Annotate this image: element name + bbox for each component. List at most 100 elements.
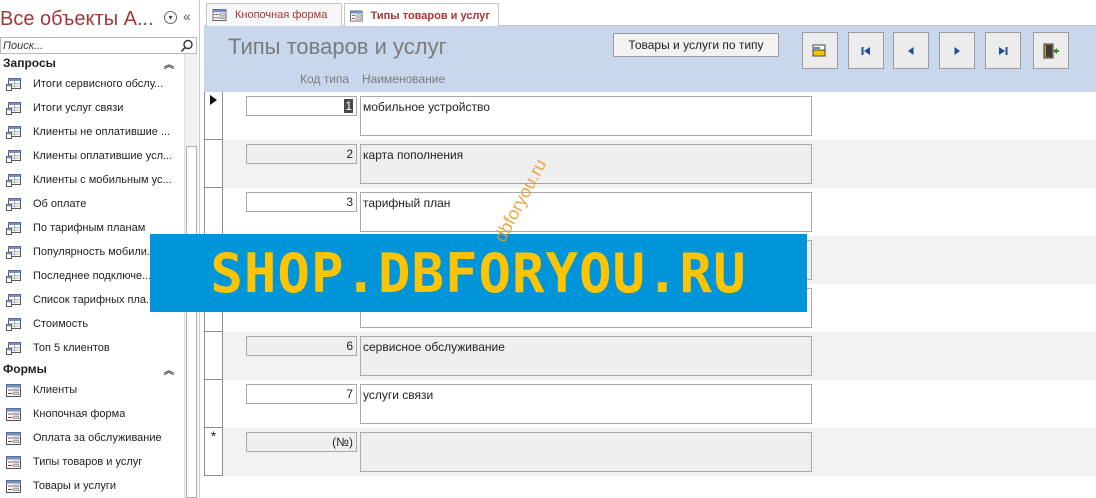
type-name-field[interactable]: услуги связи bbox=[360, 384, 812, 424]
form-record-row: 3 тарифный план bbox=[204, 188, 1096, 236]
form-record-row: 7 услуги связи bbox=[204, 380, 1096, 428]
new-record-row: * (№) bbox=[204, 428, 1096, 476]
type-name-field[interactable]: тарифный план bbox=[360, 192, 812, 232]
nav-item[interactable]: Клиенты bbox=[0, 378, 184, 402]
code-value: 6 bbox=[346, 339, 353, 353]
collapse-pane-icon[interactable]: « bbox=[183, 8, 191, 24]
name-value: мобильное устройство bbox=[363, 100, 490, 114]
form-icon bbox=[6, 383, 21, 397]
nav-item-label: Стоимость bbox=[33, 318, 89, 330]
query-icon bbox=[6, 125, 21, 139]
query-icon bbox=[6, 197, 21, 211]
record-selector[interactable] bbox=[204, 188, 223, 236]
first-record-button[interactable] bbox=[848, 32, 884, 69]
tab-document[interactable]: Типы товаров и услуг bbox=[344, 3, 499, 27]
nav-item[interactable]: Об оплате bbox=[0, 192, 184, 216]
name-value: тарифный план bbox=[363, 196, 451, 210]
type-code-field[interactable]: 2 bbox=[246, 144, 357, 164]
last-record-button[interactable] bbox=[985, 32, 1021, 69]
nav-item-label: По тарифным планам bbox=[33, 222, 146, 234]
name-value: услуги связи bbox=[363, 388, 434, 402]
nav-item[interactable]: Итоги сервисного обслу... bbox=[0, 72, 184, 96]
exit-door-icon bbox=[1043, 43, 1059, 58]
nav-item-label: Клиенты с мобильным ус... bbox=[33, 174, 172, 186]
nav-item-label: Популярность мобили... bbox=[33, 246, 157, 258]
query-icon bbox=[6, 341, 21, 355]
type-name-field[interactable]: сервисное обслуживание bbox=[360, 336, 812, 376]
nav-item-label: Об оплате bbox=[33, 198, 87, 210]
last-record-icon bbox=[999, 46, 1008, 55]
query-icon bbox=[6, 317, 21, 331]
first-record-icon bbox=[861, 46, 870, 55]
nav-item[interactable]: Топ 5 клиентов bbox=[0, 336, 184, 360]
form-icon bbox=[6, 479, 21, 493]
close-form-button[interactable] bbox=[1033, 32, 1069, 69]
type-code-field[interactable]: 6 bbox=[246, 336, 357, 356]
name-value: сервисное обслуживание bbox=[363, 340, 505, 354]
name-value: карта пополнения bbox=[363, 148, 464, 162]
chevron-down-icon[interactable]: ▾ bbox=[164, 11, 177, 24]
nav-group-label: Запросы bbox=[3, 56, 56, 70]
watermark-banner: SHOP.DBFORYOU.RU bbox=[150, 234, 807, 312]
type-name-field[interactable]: карта пополнения bbox=[360, 144, 812, 184]
query-icon bbox=[6, 173, 21, 187]
type-name-field[interactable] bbox=[360, 432, 812, 472]
column-header-name: Наименование bbox=[362, 72, 446, 86]
form-title: Типы товаров и услуг bbox=[228, 34, 447, 59]
chevron-up-icon[interactable]: ︽ bbox=[164, 56, 174, 71]
new-record-selector[interactable]: * bbox=[204, 428, 223, 476]
form-icon bbox=[6, 407, 21, 421]
nav-item[interactable]: Клиенты не оплатившие ... bbox=[0, 120, 184, 144]
nav-item-label: Товары и услуги bbox=[33, 480, 117, 492]
products-by-type-button[interactable]: Товары и услуги по типу bbox=[613, 33, 779, 57]
nav-item[interactable]: Оплата за обслуживание bbox=[0, 426, 184, 450]
nav-group-label: Формы bbox=[3, 362, 47, 376]
nav-item-label: Клиенты не оплатившие ... bbox=[33, 126, 171, 138]
previous-record-icon bbox=[908, 46, 914, 55]
new-record-button[interactable] bbox=[802, 32, 838, 69]
watermark-banner-text: SHOP.DBFORYOU.RU bbox=[210, 241, 747, 305]
new-record-marker: * bbox=[210, 428, 217, 444]
type-code-field[interactable]: 7 bbox=[246, 384, 357, 404]
form-icon bbox=[350, 10, 363, 21]
nav-item[interactable]: Кнопочная форма bbox=[0, 402, 184, 426]
type-code-field[interactable]: (№) bbox=[246, 432, 357, 452]
nav-item[interactable]: Клиенты оплатившие усл... bbox=[0, 144, 184, 168]
new-record-icon bbox=[812, 44, 826, 56]
record-selector[interactable] bbox=[204, 380, 223, 428]
query-icon bbox=[6, 77, 21, 91]
tab-document[interactable]: Кнопочная форма bbox=[206, 3, 342, 26]
nav-item-label: Последнее подключе... bbox=[33, 270, 152, 282]
record-selector[interactable] bbox=[204, 92, 223, 140]
previous-record-button[interactable] bbox=[893, 32, 929, 69]
nav-item[interactable]: Товары и услуги bbox=[0, 474, 184, 498]
nav-item-label: Клиенты bbox=[33, 384, 78, 396]
nav-item-label: Итоги услуг связи bbox=[33, 102, 124, 114]
record-selector[interactable] bbox=[204, 332, 223, 380]
tab-label: Кнопочная форма bbox=[235, 9, 328, 21]
nav-header: Все объекты А... ▾ « bbox=[0, 0, 199, 36]
next-record-button[interactable] bbox=[939, 32, 975, 69]
form-header: Типы товаров и услуг Товары и услуги по … bbox=[204, 26, 1096, 92]
type-code-field[interactable]: 3 bbox=[246, 192, 357, 212]
form-icon bbox=[6, 431, 21, 445]
nav-item-label: Клиенты оплатившие усл... bbox=[33, 150, 173, 162]
type-name-field[interactable]: мобильное устройство bbox=[360, 96, 812, 136]
nav-item-label: Типы товаров и услуг bbox=[33, 456, 143, 468]
search-input[interactable] bbox=[1, 38, 177, 54]
nav-item[interactable]: Стоимость bbox=[0, 312, 184, 336]
nav-group-header[interactable]: Запросы ︽ bbox=[0, 54, 184, 72]
type-code-field[interactable]: 1 bbox=[246, 96, 357, 116]
search-icon[interactable] bbox=[180, 39, 194, 53]
nav-group-header[interactable]: Формы ︽ bbox=[0, 360, 184, 378]
record-selector[interactable] bbox=[204, 140, 223, 188]
chevron-up-icon[interactable]: ︽ bbox=[164, 362, 174, 377]
nav-item[interactable]: Клиенты с мобильным ус... bbox=[0, 168, 184, 192]
nav-scrollbar-thumb[interactable] bbox=[186, 146, 197, 498]
nav-item[interactable]: Типы товаров и услуг bbox=[0, 450, 184, 474]
nav-item-label: Список тарифных пла... bbox=[33, 294, 156, 306]
code-value: (№) bbox=[332, 435, 353, 449]
query-icon bbox=[6, 269, 21, 283]
query-icon bbox=[6, 101, 21, 115]
nav-item[interactable]: Итоги услуг связи bbox=[0, 96, 184, 120]
